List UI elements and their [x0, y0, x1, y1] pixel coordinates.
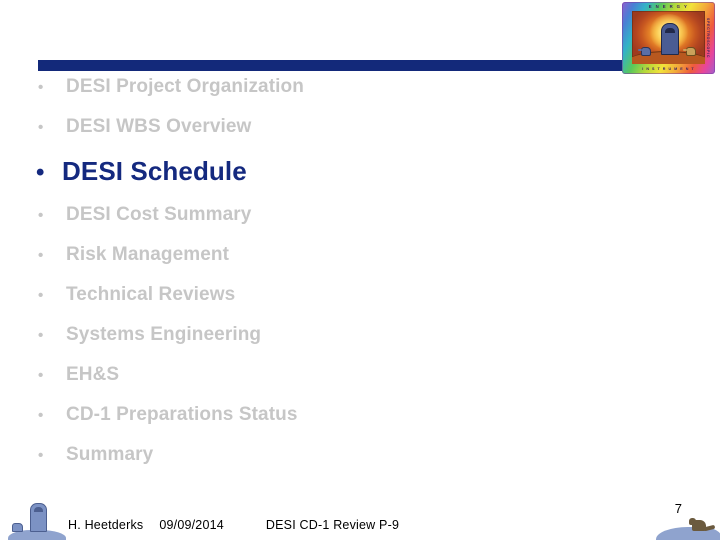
bullet-icon: • — [38, 207, 44, 224]
desi-logo-word-spectroscopic: SPECTROSCOPIC — [705, 17, 710, 59]
coyote-footer-head — [689, 518, 696, 525]
bullet-icon: • — [36, 159, 45, 186]
desi-logo: E N E R G Y D A R K SPECTROSCOPIC I N S … — [622, 2, 715, 74]
footer-date: 09/09/2014 — [159, 518, 224, 532]
telescope-footer-icon — [8, 500, 66, 540]
agenda-item-label: Summary — [66, 444, 154, 465]
agenda-item-label: CD-1 Preparations Status — [66, 404, 298, 425]
footer-author: H. Heetderks — [68, 518, 144, 532]
telescope-dome-icon — [660, 23, 679, 55]
footer-credit-line: H. Heetderks 09/09/2014 DESI CD-1 Review P… — [68, 518, 399, 532]
agenda-item[interactable]: • DESI Schedule — [0, 156, 620, 204]
bullet-icon: • — [38, 407, 44, 424]
agenda-item-label: EH&S — [66, 364, 120, 385]
desi-logo-word-energy: E N E R G Y — [648, 3, 689, 9]
desi-logo-rainbow-frame: E N E R G Y D A R K SPECTROSCOPIC I N S … — [622, 2, 715, 74]
slide-footer: H. Heetderks 09/09/2014 DESI CD-1 Review P… — [0, 492, 720, 540]
agenda-item-label: DESI Cost Summary — [66, 204, 252, 225]
desi-logo-critter-right-icon — [683, 47, 696, 56]
agenda-item[interactable]: • EH&S — [0, 364, 620, 404]
telescope-footer-dome — [30, 503, 47, 532]
agenda-item[interactable]: • CD-1 Preparations Status — [0, 404, 620, 444]
agenda-item[interactable]: • DESI WBS Overview — [0, 116, 620, 156]
bullet-icon: • — [38, 119, 44, 136]
telescope-footer-critter — [12, 523, 23, 532]
desi-logo-critter-left-icon — [638, 47, 651, 56]
footer-review-title: DESI CD-1 Review P-9 — [265, 518, 400, 532]
agenda-item-label: DESI WBS Overview — [66, 116, 252, 137]
agenda-item[interactable]: • Summary — [0, 444, 620, 484]
agenda-list: • DESI Project Organization • DESI WBS Over… — [0, 76, 620, 484]
coyote-footer-icon — [656, 506, 720, 540]
agenda-item[interactable]: • Technical Reviews — [0, 284, 620, 324]
agenda-item-label: Systems Engineering — [66, 324, 262, 345]
agenda-item[interactable]: • DESI Cost Summary — [0, 204, 620, 244]
agenda-item[interactable]: • Risk Management — [0, 244, 620, 284]
bullet-icon: • — [38, 447, 44, 464]
agenda-item-label: DESI Project Organization — [66, 76, 304, 97]
title-divider-bar — [38, 60, 625, 71]
agenda-item-label: Technical Reviews — [66, 284, 236, 305]
bullet-icon: • — [38, 287, 44, 304]
desi-logo-artwork — [632, 11, 705, 64]
agenda-item-label: Risk Management — [66, 244, 230, 265]
desi-logo-word-instrument: I N S T R U M E N T — [642, 66, 695, 71]
bullet-icon: • — [38, 327, 44, 344]
bullet-icon: • — [38, 247, 44, 264]
agenda-item-label: DESI Schedule — [62, 156, 247, 186]
agenda-item[interactable]: • DESI Project Organization — [0, 76, 620, 116]
bullet-icon: • — [38, 79, 44, 96]
agenda-item[interactable]: • Systems Engineering — [0, 324, 620, 364]
bullet-icon: • — [38, 367, 44, 384]
